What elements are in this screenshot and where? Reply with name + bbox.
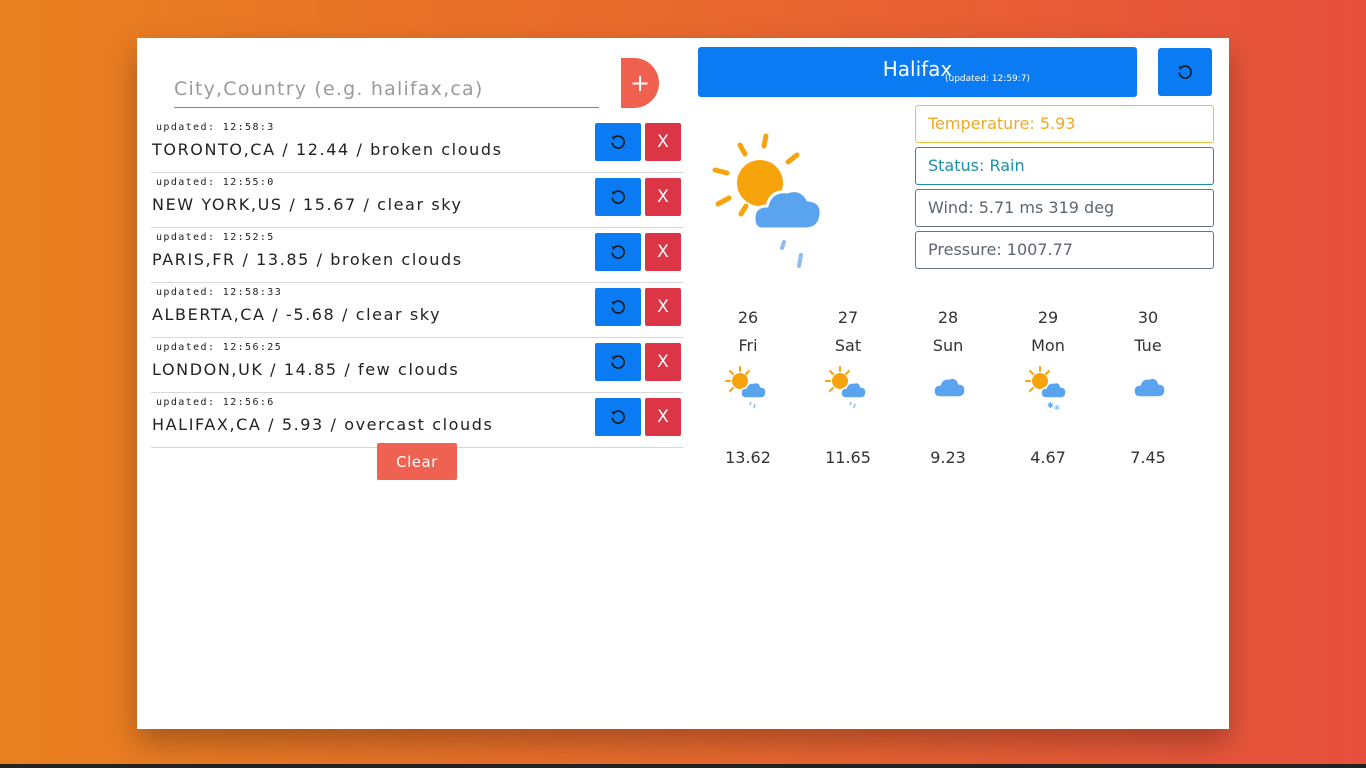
refresh-icon	[611, 190, 625, 204]
refresh-city-button[interactable]	[595, 343, 641, 381]
weather-app-card: + updated: 12:58:3 TORONTO,CA / 12.44 / …	[137, 38, 1229, 729]
city-list: updated: 12:58:3 TORONTO,CA / 12.44 / br…	[151, 118, 683, 448]
city-summary: PARIS,FR / 13.85 / broken clouds	[152, 250, 463, 269]
forecast-weekday: Fri	[738, 336, 758, 355]
refresh-icon	[611, 355, 625, 369]
svg-text:✱: ✱	[1047, 401, 1054, 410]
current-updated-time: (updated: 12:59:7)	[945, 74, 1031, 84]
delete-city-button[interactable]: X	[645, 123, 681, 161]
forecast-weekday: Sat	[834, 336, 862, 355]
refresh-city-button[interactable]	[595, 178, 641, 216]
forecast-weekday: Mon	[1031, 336, 1065, 355]
forecast-date: 30	[1137, 308, 1159, 327]
city-updated-time: updated: 12:56:6	[156, 397, 275, 408]
delete-city-button[interactable]: X	[645, 233, 681, 271]
current-city-header: Halifax (updated: 12:59:7)	[698, 47, 1137, 97]
svg-text:✱: ✱	[1054, 404, 1060, 412]
city-row: updated: 12:52:5 PARIS,FR / 13.85 / brok…	[151, 228, 683, 283]
city-row: updated: 12:56:6 HALIFAX,CA / 5.93 / ove…	[151, 393, 683, 448]
delete-city-button[interactable]: X	[645, 398, 681, 436]
city-summary: LONDON,UK / 14.85 / few clouds	[152, 360, 460, 379]
sun-cloud-rain-icon	[725, 366, 767, 409]
forecast-date: 27	[837, 308, 859, 327]
forecast-date: 26	[737, 308, 759, 327]
city-updated-time: updated: 12:56:25	[156, 342, 283, 353]
delete-city-button[interactable]: X	[645, 178, 681, 216]
city-summary: HALIFAX,CA / 5.93 / overcast clouds	[152, 415, 494, 434]
forecast-weekday: Sun	[932, 336, 964, 355]
city-search-input[interactable]	[174, 70, 599, 108]
city-summary: NEW YORK,US / 15.67 / clear sky	[152, 195, 463, 214]
sun-cloud-snow-icon: ✱ ✱	[1025, 366, 1067, 412]
forecast-temp: 9.23	[930, 448, 966, 467]
wind-box: Wind: 5.71 ms 319 deg	[915, 189, 1214, 227]
clear-all-button[interactable]: Clear	[377, 443, 457, 480]
refresh-icon	[611, 300, 625, 314]
refresh-icon	[611, 135, 625, 149]
cloud-icon	[1133, 377, 1166, 398]
status-box: Status: Rain	[915, 147, 1214, 185]
refresh-city-button[interactable]	[595, 233, 641, 271]
forecast-day: 27 Sat 11.65	[808, 308, 888, 467]
city-updated-time: updated: 12:55:0	[156, 177, 275, 188]
city-row: updated: 12:56:25 LONDON,UK / 14.85 / fe…	[151, 338, 683, 393]
forecast-day: 30 Tue 7.45	[1108, 308, 1188, 467]
refresh-city-button[interactable]	[595, 123, 641, 161]
sun-cloud-rain-icon	[825, 366, 867, 409]
sun-cloud-rain-icon	[712, 133, 823, 268]
refresh-city-button[interactable]	[595, 398, 641, 436]
forecast-temp: 13.62	[725, 448, 771, 467]
forecast-day: 29 Mon ✱ ✱ 4.67	[1008, 308, 1088, 467]
city-updated-time: updated: 12:52:5	[156, 232, 275, 243]
add-city-button[interactable]: +	[621, 58, 659, 108]
forecast-date: 28	[937, 308, 959, 327]
delete-city-button[interactable]: X	[645, 343, 681, 381]
city-updated-time: updated: 12:58:3	[156, 122, 275, 133]
delete-city-button[interactable]: X	[645, 288, 681, 326]
refresh-current-button[interactable]	[1158, 48, 1212, 96]
current-city-name: Halifax	[882, 57, 953, 81]
temperature-box: Temperature: 5.93	[915, 105, 1214, 143]
forecast-day: 26 Fri 13.62	[708, 308, 788, 467]
city-row: updated: 12:58:3 TORONTO,CA / 12.44 / br…	[151, 118, 683, 173]
city-updated-time: updated: 12:58:33	[156, 287, 283, 298]
bottom-strip	[0, 764, 1366, 768]
refresh-city-button[interactable]	[595, 288, 641, 326]
city-summary: ALBERTA,CA / -5.68 / clear sky	[152, 305, 442, 324]
forecast-date: 29	[1037, 308, 1059, 327]
refresh-icon	[1178, 65, 1192, 79]
pressure-box: Pressure: 1007.77	[915, 231, 1214, 269]
refresh-icon	[611, 245, 625, 259]
city-summary: TORONTO,CA / 12.44 / broken clouds	[152, 140, 503, 159]
city-row: updated: 12:58:33 ALBERTA,CA / -5.68 / c…	[151, 283, 683, 338]
forecast-temp: 7.45	[1130, 448, 1166, 467]
refresh-icon	[611, 410, 625, 424]
forecast-day: 28 Sun 9.23	[908, 308, 988, 467]
city-row: updated: 12:55:0 NEW YORK,US / 15.67 / c…	[151, 173, 683, 228]
forecast-temp: 4.67	[1030, 448, 1066, 467]
cloud-icon	[933, 377, 966, 398]
forecast-weekday: Tue	[1134, 336, 1162, 355]
forecast-temp: 11.65	[825, 448, 871, 467]
